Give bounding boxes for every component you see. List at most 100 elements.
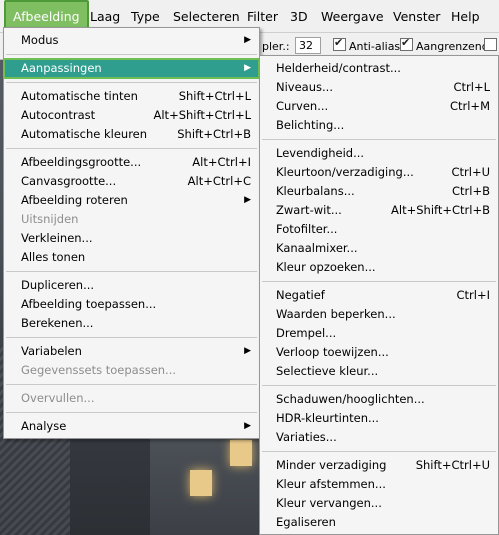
- menu-venster[interactable]: Venster: [386, 0, 447, 33]
- menu-item-label: Automatische tinten: [21, 89, 138, 103]
- shortcut-text: Alt+Shift+Ctrl+L: [153, 108, 252, 122]
- menu-item-modus[interactable]: Modus ▶: [4, 31, 259, 50]
- menu-item-zwart-wit[interactable]: Zwart-wit... Alt+Shift+Ctrl+B: [260, 201, 498, 220]
- menu-item-label: Alles tonen: [21, 250, 86, 264]
- menu-item-verloop-toewijzen[interactable]: Verloop toewijzen...: [260, 343, 498, 362]
- menu-item-automatische-tinten[interactable]: Automatische tinten Shift+Ctrl+L: [4, 87, 259, 106]
- menu-item-label: Verloop toewijzen...: [276, 345, 389, 359]
- menu-item-label: Kanaalmixer...: [276, 241, 358, 255]
- menu-item-egaliseren[interactable]: Egaliseren: [260, 513, 498, 532]
- menu-item-label: Gegevenssets toepassen...: [21, 363, 177, 377]
- contiguous-checkbox[interactable]: [400, 36, 413, 51]
- menu-item-kleurbalans[interactable]: Kleurbalans... Ctrl+B: [260, 182, 498, 201]
- menu-item-kleurtoon-verzadiging[interactable]: Kleurtoon/verzadiging... Ctrl+U: [260, 163, 498, 182]
- menu-item-minder-verzadiging[interactable]: Minder verzadiging Shift+Ctrl+U: [260, 456, 498, 475]
- chevron-right-icon: ▶: [244, 421, 251, 431]
- menu-item-aanpassingen[interactable]: Aanpassingen ▶: [3, 58, 260, 79]
- menu-item-levendigheid[interactable]: Levendigheid...: [260, 144, 498, 163]
- menu-item-label: HDR-kleurtinten...: [276, 411, 379, 425]
- menu-weergave[interactable]: Weergave: [314, 0, 391, 33]
- menu-separator: [6, 384, 257, 385]
- menu-item-label: Waarden beperken...: [276, 307, 396, 321]
- menu-item-curven[interactable]: Curven... Ctrl+M: [260, 97, 498, 116]
- menu-item-label: Drempel...: [276, 326, 337, 340]
- menu-item-kanaalmixer[interactable]: Kanaalmixer...: [260, 239, 498, 258]
- menu-item-verkleinen[interactable]: Verkleinen...: [4, 229, 259, 248]
- menu-item-label: Canvasgrootte...: [21, 174, 117, 188]
- contiguous-label: Aangrenzend: [416, 40, 489, 53]
- menu-item-label: Afbeeldingsgrootte...: [21, 155, 142, 169]
- menu-item-label: Selectieve kleur...: [276, 364, 379, 378]
- menu-item-gegevenssets-toepassen: Gegevenssets toepassen...: [4, 361, 259, 380]
- menu-item-label: Autocontrast: [21, 108, 96, 122]
- shortcut-text: Shift+Ctrl+L: [178, 89, 251, 103]
- menu-item-label: Minder verzadiging: [276, 458, 387, 472]
- shortcut-text: Ctrl+M: [449, 99, 490, 113]
- menu-item-label: Kleurbalans...: [276, 184, 355, 198]
- menu-item-waarden-beperken[interactable]: Waarden beperken...: [260, 305, 498, 324]
- menu-item-schaduwen-hooglichten[interactable]: Schaduwen/hooglichten...: [260, 390, 498, 409]
- menu-item-label: Berekenen...: [21, 316, 94, 330]
- menu-item-autocontrast[interactable]: Autocontrast Alt+Shift+Ctrl+L: [4, 106, 259, 125]
- menu-item-negatief[interactable]: Negatief Ctrl+I: [260, 286, 498, 305]
- anti-alias-label: Anti-alias: [349, 40, 401, 53]
- menu-item-selectieve-kleur[interactable]: Selectieve kleur...: [260, 362, 498, 381]
- menu-item-variaties[interactable]: Variaties...: [260, 428, 498, 447]
- menu-item-label: Uitsnijden: [21, 212, 79, 226]
- menu-item-kleur-afstemmen[interactable]: Kleur afstemmen...: [260, 475, 498, 494]
- menu-separator: [6, 82, 257, 83]
- menu-item-label: Analyse: [21, 419, 67, 433]
- shortcut-text: Ctrl+U: [451, 165, 490, 179]
- menu-item-afbeelding-roteren[interactable]: Afbeelding roteren ▶: [4, 191, 259, 210]
- menu-item-afbeeldingsgrootte[interactable]: Afbeeldingsgrootte... Alt+Ctrl+I: [4, 153, 259, 172]
- chevron-right-icon: ▶: [244, 63, 251, 73]
- menu-item-alles-tonen[interactable]: Alles tonen: [4, 248, 259, 267]
- menu-item-label: Negatief: [276, 288, 325, 302]
- menu-separator: [6, 54, 257, 55]
- menu-item-dupliceren[interactable]: Dupliceren...: [4, 276, 259, 295]
- menu-item-label: Egaliseren: [276, 515, 336, 529]
- aanpassingen-submenu: Helderheid/contrast... Niveaus... Ctrl+L…: [259, 55, 499, 535]
- menu-item-variabelen[interactable]: Variabelen ▶: [4, 342, 259, 361]
- afbeelding-menu: Modus ▶ Aanpassingen ▶ Automatische tint…: [3, 27, 260, 439]
- menu-item-hdr-kleurtinten[interactable]: HDR-kleurtinten...: [260, 409, 498, 428]
- menu-item-automatische-kleuren[interactable]: Automatische kleuren Shift+Ctrl+B: [4, 125, 259, 144]
- menu-separator: [262, 139, 496, 140]
- menu-item-label: Belichting...: [276, 118, 345, 132]
- menu-item-fotofilter[interactable]: Fotofilter...: [260, 220, 498, 239]
- menu-item-label: Verkleinen...: [21, 231, 93, 245]
- menu-item-label: Niveaus...: [276, 80, 333, 94]
- menu-item-berekenen[interactable]: Berekenen...: [4, 314, 259, 333]
- tolerance-input[interactable]: 32: [295, 37, 321, 54]
- menu-item-kleur-opzoeken[interactable]: Kleur opzoeken...: [260, 258, 498, 277]
- menu-3d[interactable]: 3D: [283, 0, 315, 33]
- shortcut-text: Ctrl+B: [452, 184, 490, 198]
- sample-all-layers-checkbox[interactable]: [484, 38, 497, 51]
- menu-item-niveaus[interactable]: Niveaus... Ctrl+L: [260, 78, 498, 97]
- menu-item-drempel[interactable]: Drempel...: [260, 324, 498, 343]
- shortcut-text: Shift+Ctrl+B: [177, 127, 251, 141]
- canvas-window-light: [230, 440, 252, 466]
- anti-alias-checkbox[interactable]: [333, 36, 346, 51]
- menu-item-label: Helderheid/contrast...: [276, 61, 401, 75]
- menu-item-label: Dupliceren...: [21, 278, 95, 292]
- menu-item-label: Variaties...: [276, 430, 337, 444]
- menu-separator: [6, 337, 257, 338]
- menu-item-label: Levendigheid...: [276, 146, 365, 160]
- menu-item-label: Fotofilter...: [276, 222, 338, 236]
- menu-item-helderheid-contrast[interactable]: Helderheid/contrast...: [260, 59, 498, 78]
- chevron-right-icon: ▶: [244, 195, 251, 205]
- menu-separator: [262, 385, 496, 386]
- menu-item-label: Afbeelding roteren: [21, 193, 128, 207]
- shortcut-text: Alt+Shift+Ctrl+B: [391, 203, 490, 217]
- menu-help[interactable]: Help: [444, 0, 487, 33]
- menu-item-analyse[interactable]: Analyse ▶: [4, 417, 259, 436]
- menu-item-label: Variabelen: [21, 344, 82, 358]
- menu-item-label: Afbeelding toepassen...: [21, 297, 157, 311]
- menu-item-belichting[interactable]: Belichting...: [260, 116, 498, 135]
- menu-item-afbeelding-toepassen[interactable]: Afbeelding toepassen...: [4, 295, 259, 314]
- menu-item-canvasgrootte[interactable]: Canvasgrootte... Alt+Ctrl+C: [4, 172, 259, 191]
- menu-item-kleur-vervangen[interactable]: Kleur vervangen...: [260, 494, 498, 513]
- chevron-right-icon: ▶: [244, 35, 251, 45]
- menu-item-overvullen: Overvullen...: [4, 389, 259, 408]
